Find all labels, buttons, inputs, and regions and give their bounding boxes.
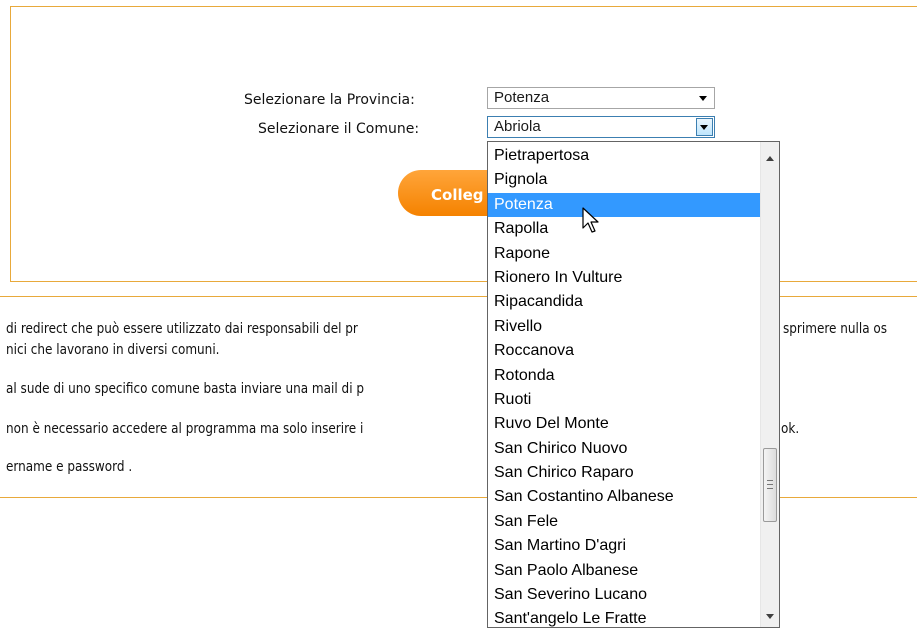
info-line-right: ok. (781, 421, 800, 437)
comune-value: Abriola (494, 118, 541, 135)
dropdown-option[interactable]: Ripacandida (488, 290, 760, 314)
dropdown-option[interactable]: San Costantino Albanese (488, 485, 760, 509)
login-panel (10, 6, 917, 282)
dropdown-option[interactable]: Rivello (488, 315, 760, 339)
scrollbar-thumb[interactable] (763, 448, 777, 522)
mouse-cursor-icon (582, 207, 599, 233)
info-line-right: sprimere nulla os (783, 321, 888, 337)
info-line: ername e password . (6, 459, 133, 475)
chevron-down-icon (699, 96, 707, 101)
comune-select[interactable]: Abriola (487, 116, 715, 138)
dropdown-option[interactable]: Ruvo Del Monte (488, 412, 760, 436)
info-line: al sude di uno specifico comune basta in… (6, 381, 365, 397)
provincia-select[interactable]: Potenza (487, 87, 715, 109)
dropdown-option[interactable]: Rapone (488, 242, 760, 266)
dropdown-option[interactable]: Rionero In Vulture (488, 266, 760, 290)
dropdown-option[interactable]: San Severino Lucano (488, 583, 760, 607)
dropdown-option[interactable]: Potenza (488, 192, 760, 218)
dropdown-option[interactable]: Pietrapertosa (488, 144, 760, 168)
comune-label: Selezionare il Comune: (258, 121, 420, 137)
info-line: di redirect che può essere utilizzato da… (6, 321, 358, 337)
dropdown-option[interactable]: Rotonda (488, 364, 760, 388)
chevron-down-icon (700, 125, 708, 130)
dropdown-option[interactable]: San Chirico Raparo (488, 461, 760, 485)
dropdown-option[interactable]: San Paolo Albanese (488, 559, 760, 583)
dropdown-option[interactable]: Roccanova (488, 339, 760, 363)
dropdown-options: Pietrapertosa Pignola Potenza Rapolla Rapone… (488, 144, 760, 627)
scroll-up-icon[interactable] (766, 156, 774, 161)
info-line: non è necessario accedere al programma m… (6, 421, 364, 437)
connect-button-label: Colleg (431, 186, 484, 204)
dropdown-option[interactable]: Pignola (488, 168, 760, 192)
dropdown-option[interactable]: San Chirico Nuovo (488, 437, 760, 461)
info-line: nici che lavorano in diversi comuni. (6, 342, 220, 358)
dropdown-option[interactable]: Ruoti (488, 388, 760, 412)
provincia-label: Selezionare la Provincia: (244, 92, 415, 108)
dropdown-option[interactable]: San Fele (488, 510, 760, 534)
dropdown-option[interactable]: Sant'angelo Le Fratte (488, 607, 760, 627)
dropdown-option[interactable]: Rapolla (488, 217, 760, 241)
dropdown-arrow-button[interactable] (696, 118, 713, 136)
scroll-down-icon[interactable] (766, 614, 774, 619)
grip-icon (767, 480, 773, 489)
dropdown-option[interactable]: San Martino D'agri (488, 534, 760, 558)
dropdown-scrollbar[interactable] (760, 142, 779, 627)
provincia-value: Potenza (494, 89, 550, 106)
comune-dropdown-list[interactable]: Pietrapertosa Pignola Potenza Rapolla Rapone… (487, 141, 780, 628)
